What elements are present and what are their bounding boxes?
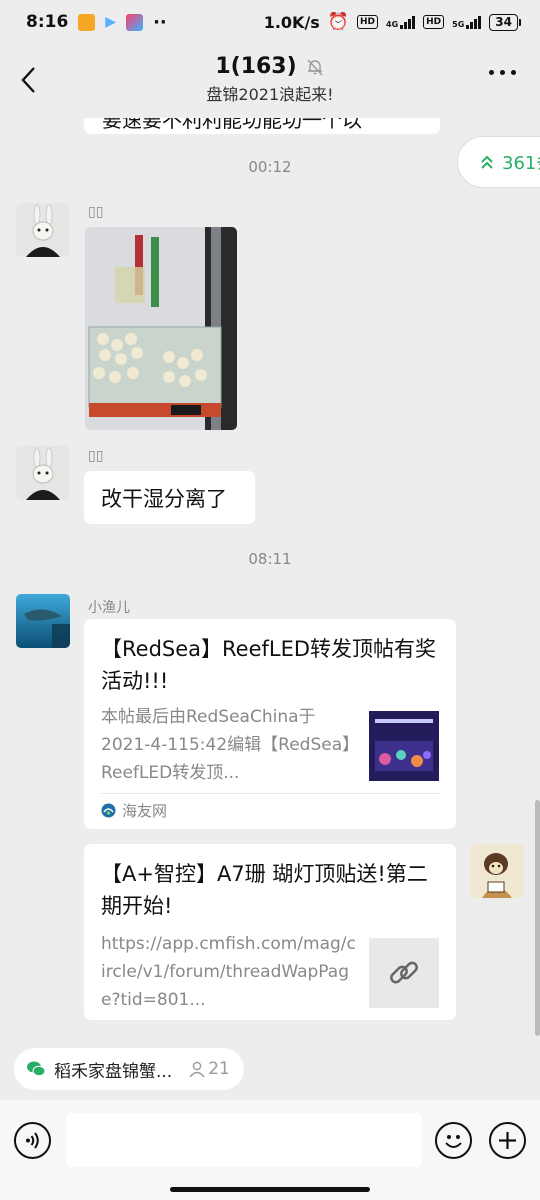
status-bar: 8:16 ▶ ·· 1.0K/s ⏰ HD 4G HD 5G 34 <box>0 0 540 44</box>
partial-message-text: 要速要不利利能功能功一个以 <box>102 118 362 132</box>
link-card[interactable]: 【A+智控】A7珊 瑚灯顶贴送!第二期开始! https://app.cmfis… <box>84 844 456 1020</box>
input-bar <box>0 1100 540 1200</box>
add-button[interactable] <box>489 1122 526 1159</box>
avatar[interactable] <box>16 594 70 648</box>
dot-icon <box>511 70 516 75</box>
scrollbar[interactable] <box>535 800 540 1036</box>
hd-badge-1: HD <box>356 15 378 29</box>
network-speed: 1.0K/s <box>263 12 320 32</box>
link-card-title: 【A+智控】A7珊 瑚灯顶贴送!第二期开始! <box>101 862 428 918</box>
sender-name: ▯▯ <box>88 204 104 220</box>
dot-icon <box>500 70 505 75</box>
link-card-url: https://app.cmfish.com/mag/circle/v1/for… <box>101 934 356 1010</box>
text-message-bubble[interactable]: 改干湿分离了 <box>84 471 255 524</box>
chat-header: 1(163) 盘锦2021浪起来! <box>0 44 540 118</box>
emoji-button[interactable] <box>435 1122 472 1159</box>
more-options-button[interactable] <box>489 70 516 75</box>
wechat-icon <box>27 1061 46 1077</box>
partial-message-bubble[interactable]: 要速要不利利能功能功一个以 <box>84 118 440 134</box>
avatar[interactable] <box>16 446 70 500</box>
link-card-description: 本帖最后由RedSeaChina于2021-4-115:42编辑【RedSea】… <box>101 707 351 783</box>
link-card-thumbnail <box>369 938 439 1008</box>
photo-message[interactable] <box>85 227 237 430</box>
more-notifications-icon: ·· <box>153 11 167 33</box>
my-avatar[interactable] <box>470 844 524 898</box>
signal-icon-1: 4G <box>386 15 416 29</box>
group-chip-count: 21 <box>208 1059 230 1079</box>
sender-name: 小渔儿 <box>88 600 130 616</box>
timestamp: 08:11 <box>248 550 292 568</box>
person-icon <box>189 1061 205 1078</box>
link-card[interactable]: 【RedSea】ReefLED转发顶帖有奖活动!!! 本帖最后由RedSeaCh… <box>84 619 456 829</box>
signal-icon-2: 5G <box>452 15 482 29</box>
mute-bell-icon <box>307 59 323 75</box>
timestamp: 00:12 <box>248 158 292 176</box>
group-chip-label: 稻禾家盘锦蟹... <box>54 1061 173 1082</box>
voice-icon <box>26 1132 39 1149</box>
link-icon <box>390 961 418 984</box>
play-store-icon: ▶ <box>105 14 117 30</box>
status-time: 8:16 <box>26 12 69 32</box>
notification-app-icon <box>78 13 96 31</box>
link-card-source: 海友网 <box>122 801 168 820</box>
chat-subtitle: 盘锦2021浪起来! <box>206 85 334 104</box>
dot-icon <box>489 70 494 75</box>
battery-indicator: 34 <box>489 13 521 31</box>
hd-badge-2: HD <box>423 15 445 29</box>
emoji-icon <box>445 1135 462 1148</box>
message-text: 改干湿分离了 <box>101 487 227 511</box>
plus-icon <box>499 1132 516 1149</box>
related-group-chip[interactable]: 稻禾家盘锦蟹... 21 <box>14 1048 244 1090</box>
source-logo-icon <box>101 803 116 817</box>
alarm-icon: ⏰ <box>327 12 349 32</box>
message-input[interactable] <box>66 1113 422 1167</box>
avatar[interactable] <box>16 203 70 257</box>
home-indicator[interactable] <box>170 1187 370 1192</box>
link-card-thumbnail <box>369 711 439 781</box>
chat-title: 1(163) <box>215 54 297 79</box>
sender-name: ▯▯ <box>88 448 104 464</box>
link-card-title: 【RedSea】ReefLED转发顶帖有奖活动!!! <box>101 637 437 693</box>
voice-button[interactable] <box>14 1122 51 1159</box>
video-app-icon <box>126 13 144 31</box>
